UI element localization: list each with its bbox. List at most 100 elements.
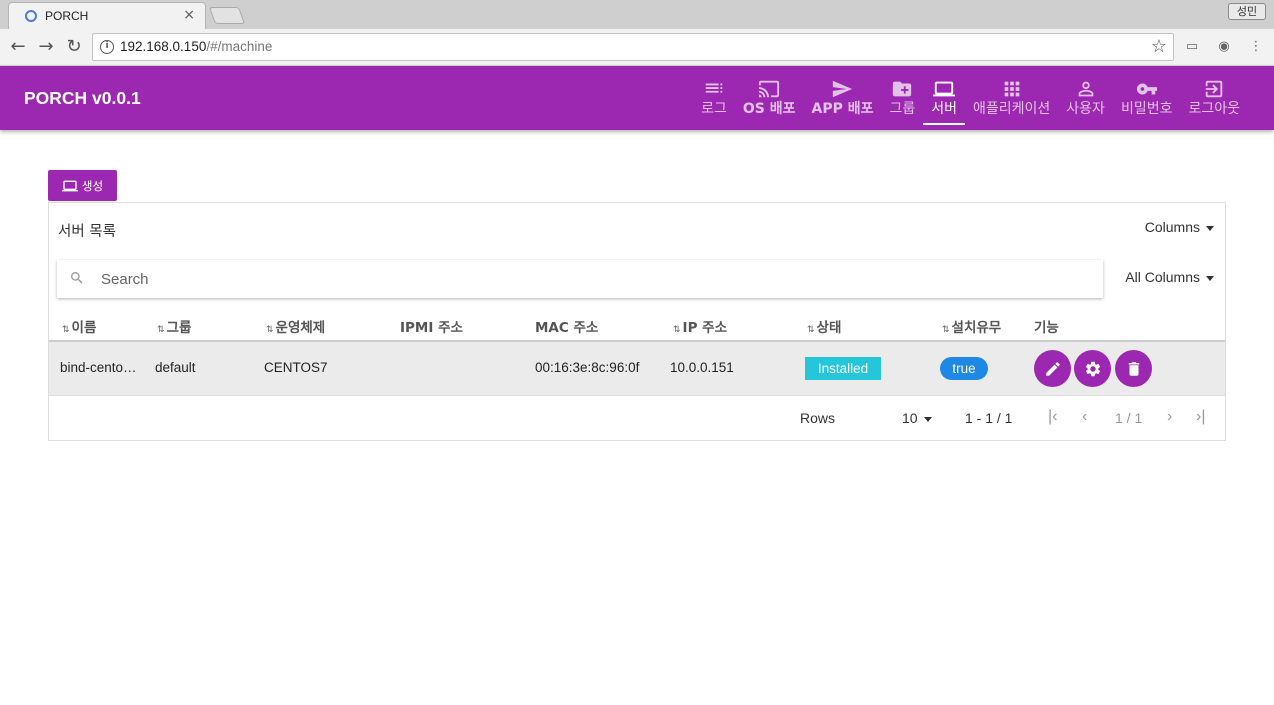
- trash-icon: [1128, 361, 1139, 376]
- favicon-icon: [25, 10, 37, 22]
- extension-icon[interactable]: ◉: [1216, 39, 1232, 55]
- panel-title: 서버 목록: [58, 224, 116, 240]
- sort-icon: ⇅: [807, 325, 815, 335]
- list-icon: [705, 83, 723, 93]
- address-bar[interactable]: i 192.168.0.150/#/machine ☆: [92, 33, 1174, 61]
- installed-badge: true: [940, 357, 988, 380]
- cast-icon: [759, 80, 780, 98]
- last-page-icon[interactable]: ›|: [1196, 408, 1205, 426]
- rows-per-page-select[interactable]: 10: [902, 410, 932, 426]
- pagination: Rows 10 1 - 1 / 1 |‹ ‹ 1 / 1 › ›|: [49, 397, 1225, 441]
- profile-button[interactable]: 성민: [1228, 3, 1266, 20]
- caret-down-icon: [923, 416, 932, 422]
- create-label: 생성: [81, 178, 104, 193]
- cell-mac: 00:16:3e:8c:96:0f: [535, 360, 640, 375]
- app-bar: PORCH v0.0.1 로그 OS 배포 APP 배포 그룹 서버 애플리케이…: [0, 66, 1274, 130]
- header-actions: 기능: [1034, 320, 1059, 336]
- cell-os: CENTOS7: [264, 360, 328, 375]
- caret-down-icon: [1206, 275, 1214, 281]
- main-menu: 로그 OS 배포 APP 배포 그룹 서버 애플리케이션 사용자 비밀번호 로그…: [693, 66, 1248, 130]
- header-installed[interactable]: ⇅ 설치유무: [942, 316, 1001, 336]
- laptop-icon: [933, 81, 956, 97]
- menu-item-logout[interactable]: 로그아웃: [1180, 66, 1248, 130]
- header-ip[interactable]: ⇅ IP 주소: [673, 316, 727, 336]
- menu-item-password[interactable]: 비밀번호: [1113, 66, 1181, 130]
- sort-icon: ⇅: [62, 325, 70, 335]
- menu-item-user[interactable]: 사용자: [1058, 66, 1113, 130]
- person-icon: [1078, 81, 1093, 97]
- folder-add-icon: [893, 81, 912, 97]
- tab-close-icon[interactable]: ×: [183, 7, 195, 23]
- send-icon: [833, 80, 853, 98]
- browser-tab[interactable]: PORCH ×: [8, 2, 206, 29]
- all-columns-dropdown[interactable]: All Columns: [1125, 269, 1214, 285]
- server-list-panel: 서버 목록 Columns All Columns ⇅이름 ⇅그룹 ⇅운영체제 …: [48, 202, 1226, 441]
- exit-icon: [1205, 80, 1223, 98]
- key-icon: [1136, 83, 1157, 95]
- menu-item-application[interactable]: 애플리케이션: [965, 66, 1058, 130]
- url-text[interactable]: 192.168.0.150/#/machine: [120, 39, 272, 54]
- table-header: ⇅ 이름 ⇅ 그룹 ⇅ 운영체제 IPMI 주소 MAC 주소 ⇅ IP 주소 ⇅ 상태 …: [49, 307, 1225, 342]
- columns-dropdown[interactable]: Columns: [1145, 219, 1214, 235]
- search-box: [57, 260, 1103, 298]
- next-page-icon[interactable]: ›: [1167, 408, 1172, 426]
- menu-item-group[interactable]: 그룹: [881, 66, 923, 130]
- prev-page-icon[interactable]: ‹: [1082, 408, 1087, 426]
- sort-icon: ⇅: [942, 325, 950, 335]
- caret-down-icon: [1206, 225, 1214, 231]
- header-mac: MAC 주소: [535, 320, 599, 336]
- browser-tabstrip: PORCH × 성민: [0, 0, 1274, 29]
- status-badge: Installed: [805, 357, 881, 380]
- menu-label: 비밀번호: [1120, 101, 1173, 117]
- back-icon[interactable]: ←: [7, 36, 29, 58]
- browser-toolbar: ← → ↻ i 192.168.0.150/#/machine ☆ ▭ ◉ ⋮: [0, 29, 1274, 66]
- menu-label: 그룹: [889, 101, 916, 117]
- header-os[interactable]: ⇅ 운영체제: [266, 316, 325, 336]
- page-indicator: 1 / 1: [1115, 410, 1143, 426]
- header-group[interactable]: ⇅ 그룹: [157, 316, 191, 336]
- sort-icon: ⇅: [266, 325, 274, 335]
- tab-title: PORCH: [45, 9, 89, 23]
- bookmark-star-icon[interactable]: ☆: [1151, 36, 1167, 57]
- delete-button[interactable]: [1115, 350, 1152, 387]
- menu-item-log[interactable]: 로그: [693, 66, 735, 130]
- cell-ip: 10.0.0.151: [670, 360, 734, 375]
- pencil-icon: [1045, 361, 1060, 376]
- apps-grid-icon: [1004, 81, 1019, 97]
- laptop-icon: [61, 180, 78, 191]
- header-ipmi: IPMI 주소: [400, 320, 463, 336]
- sort-icon: ⇅: [673, 325, 681, 335]
- search-icon: [71, 272, 83, 284]
- new-tab-button[interactable]: [208, 7, 246, 24]
- menu-label: 로그아웃: [1188, 101, 1240, 117]
- header-name[interactable]: ⇅ 이름: [62, 316, 96, 336]
- menu-item-os-deploy[interactable]: OS 배포: [735, 66, 804, 130]
- menu-dots-icon[interactable]: ⋮: [1248, 39, 1264, 55]
- settings-button[interactable]: [1074, 350, 1111, 387]
- reload-icon[interactable]: ↻: [63, 36, 85, 58]
- cell-name: bind-cento…: [60, 360, 137, 375]
- menu-label: 애플리케이션: [973, 101, 1051, 117]
- menu-item-server[interactable]: 서버: [923, 66, 965, 130]
- menu-label: 서버: [931, 101, 958, 117]
- menu-label: APP 배포: [811, 101, 874, 117]
- first-page-icon[interactable]: |‹: [1048, 408, 1057, 426]
- gear-icon: [1085, 361, 1100, 376]
- cast-extension-icon[interactable]: ▭: [1184, 39, 1200, 55]
- forward-icon[interactable]: →: [35, 36, 57, 58]
- table-row[interactable]: bind-cento… default CENTOS7 00:16:3e:8c:…: [49, 342, 1225, 396]
- create-server-button[interactable]: 생성: [48, 170, 117, 201]
- edit-button[interactable]: [1034, 350, 1071, 387]
- menu-item-app-deploy[interactable]: APP 배포: [803, 66, 881, 130]
- cell-group: default: [155, 360, 196, 375]
- rows-label: Rows: [800, 410, 836, 426]
- search-input[interactable]: [101, 268, 1081, 290]
- info-icon[interactable]: i: [100, 40, 114, 54]
- app-brand: PORCH v0.0.1: [24, 88, 141, 108]
- page-range: 1 - 1 / 1: [965, 410, 1013, 426]
- header-status[interactable]: ⇅ 상태: [807, 316, 841, 336]
- menu-label: OS 배포: [742, 101, 796, 117]
- sort-icon: ⇅: [157, 325, 165, 335]
- menu-label: 사용자: [1066, 101, 1105, 117]
- menu-label: 로그: [701, 101, 727, 117]
